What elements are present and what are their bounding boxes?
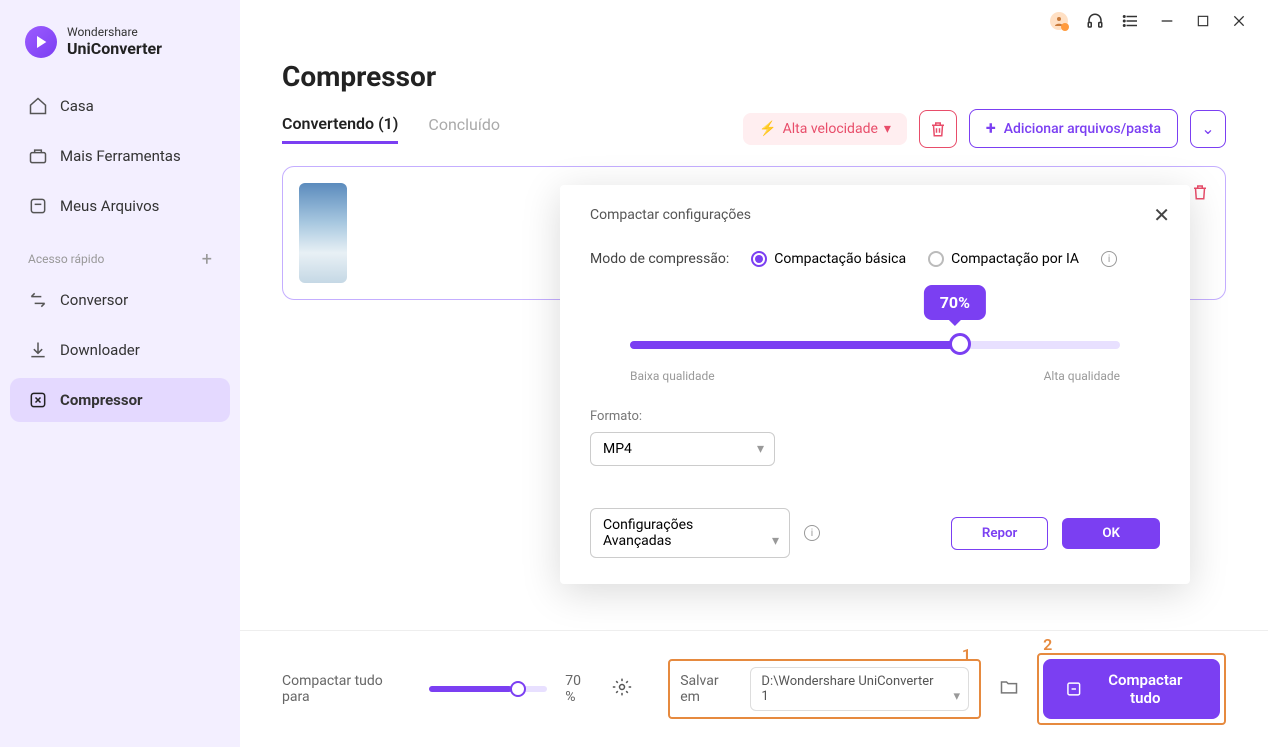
- compress-all-for-label: Compactar tudo para: [282, 673, 411, 705]
- trash-icon: [1191, 183, 1209, 201]
- logo-text: Wondershare UniConverter: [67, 25, 162, 59]
- radio-icon: [928, 251, 944, 267]
- slider-labels: Baixa qualidade Alta qualidade: [590, 369, 1160, 383]
- archive-icon: [28, 196, 48, 216]
- modal-close-button[interactable]: ✕: [1153, 203, 1170, 227]
- sidebar-item-label: Compressor: [60, 391, 143, 409]
- home-icon: [28, 96, 48, 116]
- high-speed-button[interactable]: ⚡ Alta velocidade ▾: [743, 113, 907, 145]
- quality-value-bubble: 70%: [924, 285, 986, 320]
- ok-button[interactable]: OK: [1062, 518, 1160, 549]
- compress-all-wrap: Compactar tudo: [1037, 653, 1226, 725]
- sidebar-item-label: Mais Ferramentas: [60, 147, 181, 165]
- brand-name: UniConverter: [67, 39, 162, 58]
- sidebar: Wondershare UniConverter Casa Mais Ferra…: [0, 0, 240, 747]
- format-label: Formato:: [590, 409, 1160, 424]
- compress-all-button[interactable]: Compactar tudo: [1043, 659, 1220, 719]
- global-percent: 70 %: [565, 673, 594, 705]
- sidebar-item-label: Meus Arquivos: [60, 197, 159, 215]
- sidebar-item-label: Downloader: [60, 341, 140, 359]
- info-icon[interactable]: i: [804, 525, 820, 541]
- sidebar-item-label: Conversor: [60, 291, 128, 309]
- close-icon[interactable]: [1230, 12, 1248, 30]
- modal-footer: Configurações Avançadas i Repor OK: [590, 508, 1160, 558]
- format-select[interactable]: MP4: [590, 432, 775, 466]
- info-icon[interactable]: i: [1101, 251, 1117, 267]
- add-quick-icon[interactable]: +: [202, 249, 212, 270]
- maximize-icon[interactable]: [1194, 12, 1212, 30]
- sidebar-item-compressor[interactable]: Compressor: [10, 378, 230, 422]
- download-icon: [28, 340, 48, 360]
- page-title: Compressor: [240, 42, 1268, 103]
- compression-mode-row: Modo de compressão: Compactação básica C…: [590, 251, 1160, 267]
- reset-button[interactable]: Repor: [951, 517, 1048, 550]
- open-folder-button[interactable]: [999, 677, 1019, 701]
- sidebar-item-files[interactable]: Meus Arquivos: [10, 184, 230, 228]
- high-quality-label: Alta qualidade: [1044, 369, 1120, 383]
- plus-icon: +: [986, 118, 996, 139]
- converter-icon: [28, 290, 48, 310]
- main: Compressor Convertendo (1) Concluído ⚡ A…: [240, 0, 1268, 747]
- compress-icon: [28, 390, 48, 410]
- sidebar-item-home[interactable]: Casa: [10, 84, 230, 128]
- tab-done[interactable]: Concluído: [428, 115, 500, 142]
- bolt-icon: ⚡: [759, 121, 776, 137]
- low-quality-label: Baixa qualidade: [630, 369, 715, 383]
- bottom-bar: Compactar tudo para 70 % Salvar em D:\Wo…: [240, 630, 1268, 747]
- save-in-label: Salvar em: [680, 673, 740, 705]
- radio-basic-compression[interactable]: Compactação básica: [751, 251, 906, 267]
- quality-slider[interactable]: [630, 341, 1120, 349]
- global-quality-slider[interactable]: [429, 686, 547, 692]
- chevron-down-icon: ▾: [884, 121, 891, 137]
- modal-title: Compactar configurações: [590, 207, 1160, 223]
- compress-icon: [1065, 680, 1083, 698]
- advanced-settings-select[interactable]: Configurações Avançadas: [590, 508, 790, 558]
- compress-settings-modal: Compactar configurações ✕ Modo de compre…: [560, 185, 1190, 584]
- sidebar-item-tools[interactable]: Mais Ferramentas: [10, 134, 230, 178]
- brand-top: Wondershare: [67, 25, 162, 39]
- quality-slider-area: 70%: [590, 307, 1160, 359]
- tabs-row: Convertendo (1) Concluído ⚡ Alta velocid…: [240, 103, 1268, 166]
- sidebar-item-converter[interactable]: Conversor: [10, 278, 230, 322]
- radio-icon: [751, 251, 767, 267]
- logo: Wondershare UniConverter: [10, 20, 230, 84]
- sidebar-item-label: Casa: [60, 97, 94, 115]
- add-files-dropdown[interactable]: ⌄: [1190, 110, 1226, 148]
- logo-icon: [25, 26, 57, 58]
- save-location-group: Salvar em D:\Wondershare UniConverter 1: [668, 659, 981, 719]
- mode-label: Modo de compressão:: [590, 251, 729, 267]
- delete-file-button[interactable]: [1191, 183, 1209, 205]
- titlebar: [240, 0, 1268, 42]
- sidebar-item-downloader[interactable]: Downloader: [10, 328, 230, 372]
- save-path-select[interactable]: D:\Wondershare UniConverter 1: [750, 667, 969, 711]
- format-section: Formato: MP4: [590, 409, 1160, 466]
- minimize-icon[interactable]: [1158, 12, 1176, 30]
- quick-access-label: Acesso rápido +: [10, 234, 230, 278]
- trash-icon: [929, 120, 947, 138]
- user-avatar[interactable]: [1050, 12, 1068, 30]
- radio-ai-compression[interactable]: Compactação por IA: [928, 251, 1079, 267]
- delete-all-button[interactable]: [919, 110, 957, 148]
- slider-knob[interactable]: [949, 333, 971, 355]
- add-files-button[interactable]: + Adicionar arquivos/pasta: [969, 109, 1178, 148]
- menu-icon[interactable]: [1122, 12, 1140, 30]
- headset-icon[interactable]: [1086, 12, 1104, 30]
- tab-converting[interactable]: Convertendo (1): [282, 114, 398, 144]
- briefcase-icon: [28, 146, 48, 166]
- settings-icon[interactable]: [612, 677, 632, 701]
- chevron-down-icon: ⌄: [1201, 119, 1214, 138]
- video-thumbnail: [299, 183, 347, 283]
